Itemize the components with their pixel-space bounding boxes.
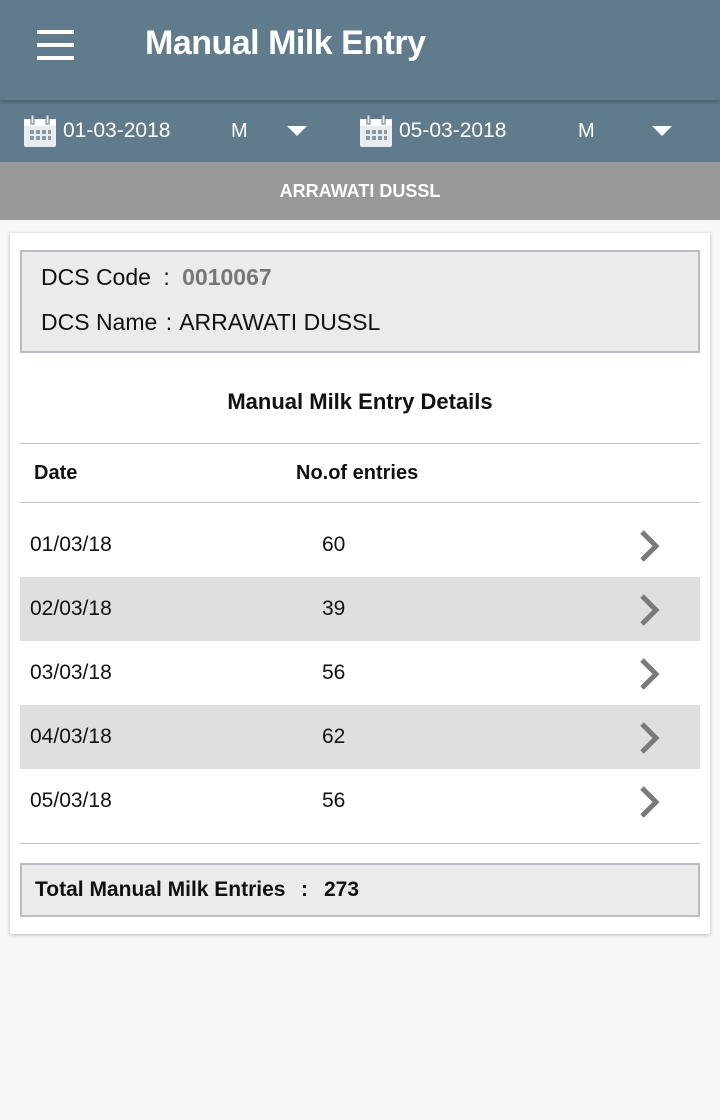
dcs-name-value: ARRAWATI DUSSL	[179, 309, 381, 335]
row-date: 02/03/18	[30, 597, 112, 620]
table-row[interactable]: 05/03/18 56	[20, 769, 700, 833]
entry-details-card: DCS Code : 0010067 DCS Name : ARRAWATI D…	[10, 233, 710, 934]
app-bar: Manual Milk Entry	[0, 0, 720, 100]
row-count: 39	[322, 597, 346, 620]
chevron-right-icon[interactable]	[638, 721, 662, 755]
from-shift-value: M	[231, 119, 248, 142]
dcs-info-box: DCS Code : 0010067 DCS Name : ARRAWATI D…	[20, 250, 700, 353]
society-name: ARRAWATI DUSSL	[279, 180, 441, 201]
table-row[interactable]: 03/03/18 56	[20, 641, 700, 705]
caret-down-icon[interactable]	[287, 126, 307, 136]
to-shift-value: M	[578, 119, 595, 142]
total-label: Total Manual Milk Entries	[35, 878, 286, 901]
from-date-value: 01-03-2018	[63, 119, 171, 142]
divider	[20, 502, 700, 503]
page-title: Manual Milk Entry	[145, 24, 426, 62]
table-row[interactable]: 01/03/18 60	[20, 513, 700, 577]
calendar-icon	[24, 114, 56, 147]
dcs-name-label: DCS Name	[41, 309, 158, 335]
dcs-code-line: DCS Code : 0010067	[41, 264, 272, 291]
row-date: 01/03/18	[30, 533, 112, 556]
caret-down-icon[interactable]	[652, 126, 672, 136]
dcs-code-separator: :	[163, 264, 170, 290]
total-separator: :	[301, 878, 308, 901]
table-row[interactable]: 02/03/18 39	[20, 577, 700, 641]
section-title: Manual Milk Entry Details	[227, 389, 493, 414]
table-row[interactable]: 04/03/18 62	[20, 705, 700, 769]
row-count: 62	[322, 725, 346, 748]
chevron-right-icon[interactable]	[638, 785, 662, 819]
column-header-date: Date	[34, 462, 78, 484]
from-date-picker[interactable]: 01-03-2018	[23, 100, 170, 162]
chevron-right-icon[interactable]	[638, 529, 662, 563]
row-date: 05/03/18	[30, 789, 112, 812]
dcs-name-line: DCS Name : ARRAWATI DUSSL	[41, 309, 380, 336]
row-count: 56	[322, 789, 346, 812]
dcs-code-label: DCS Code	[41, 264, 151, 290]
calendar-icon	[360, 114, 392, 147]
to-date-value: 05-03-2018	[399, 119, 507, 142]
society-name-bar: ARRAWATI DUSSL	[0, 162, 720, 220]
entries-list: 01/03/18 60 02/03/18 39 03/03/18 56 04/0…	[20, 513, 700, 833]
to-shift-select[interactable]: M	[578, 100, 595, 162]
dcs-name-separator: :	[165, 309, 173, 335]
total-box: Total Manual Milk Entries : 273	[20, 863, 700, 917]
row-count: 60	[322, 533, 346, 556]
chevron-right-icon[interactable]	[638, 593, 662, 627]
date-filter-bar: 01-03-2018 M 05-03-2018 M	[0, 100, 720, 162]
chevron-right-icon[interactable]	[638, 657, 662, 691]
divider	[20, 443, 700, 444]
row-count: 56	[322, 661, 346, 684]
column-header-entries: No.of entries	[296, 462, 419, 484]
dcs-code-value: 0010067	[182, 264, 272, 290]
row-date: 04/03/18	[30, 725, 112, 748]
menu-button[interactable]	[34, 28, 78, 62]
to-date-picker[interactable]: 05-03-2018	[359, 100, 506, 162]
total-value: 273	[324, 878, 360, 901]
divider	[20, 843, 700, 844]
row-date: 03/03/18	[30, 661, 112, 684]
from-shift-select[interactable]: M	[231, 100, 248, 162]
